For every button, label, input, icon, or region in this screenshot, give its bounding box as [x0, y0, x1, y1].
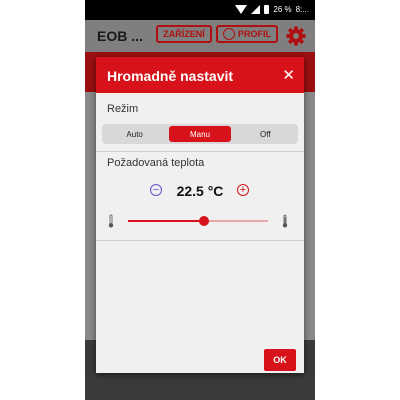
clock: 8:... [295, 5, 309, 14]
minus-icon[interactable]: − [150, 184, 162, 196]
status-bar: 26 % 8:... [85, 0, 315, 20]
divider [96, 151, 304, 152]
user-icon [223, 28, 235, 40]
phone-screen: 26 % 8:... EOB ... ZAŘÍZENÍ PROFIL Hroma… [85, 0, 315, 400]
app-header: EOB ... ZAŘÍZENÍ PROFIL [85, 20, 315, 52]
app-title: EOB ... [97, 28, 143, 44]
signal-icon [251, 5, 261, 14]
dialog-header: Hromadně nastavit ✕ [96, 57, 304, 93]
divider [96, 240, 304, 241]
mode-auto[interactable]: Auto [104, 126, 165, 142]
wifi-icon [235, 5, 248, 14]
temperature-value: 22.5 °C [176, 183, 224, 199]
dialog-title: Hromadně nastavit [107, 68, 234, 84]
battery-percent: 26 % [273, 5, 292, 14]
slider-thumb[interactable] [198, 216, 209, 226]
devices-button[interactable]: ZAŘÍZENÍ [156, 25, 212, 43]
profile-button-label: PROFIL [238, 29, 271, 39]
thermometer-low-icon [108, 214, 114, 228]
mode-selector: Auto Manu Off [102, 124, 298, 144]
ok-button-label: OK [273, 355, 287, 365]
mode-off[interactable]: Off [235, 126, 296, 142]
temperature-control: 22.5 °C − + [96, 181, 304, 201]
mode-manu[interactable]: Manu [169, 126, 231, 142]
profile-button[interactable]: PROFIL [216, 25, 278, 43]
close-icon[interactable]: ✕ [282, 66, 295, 84]
devices-button-label: ZAŘÍZENÍ [163, 29, 205, 39]
thermometer-high-icon [282, 214, 288, 228]
ok-button[interactable]: OK [264, 349, 296, 371]
mode-label: Režim [107, 103, 139, 115]
temperature-slider[interactable] [128, 216, 268, 226]
battery-icon [264, 5, 270, 14]
bulk-set-dialog: Hromadně nastavit ✕ Režim Auto Manu Off … [96, 57, 304, 373]
slider-fill [128, 220, 204, 222]
gear-icon[interactable] [285, 25, 307, 47]
plus-icon[interactable]: + [237, 184, 249, 196]
temperature-label: Požadovaná teplota [107, 157, 205, 169]
